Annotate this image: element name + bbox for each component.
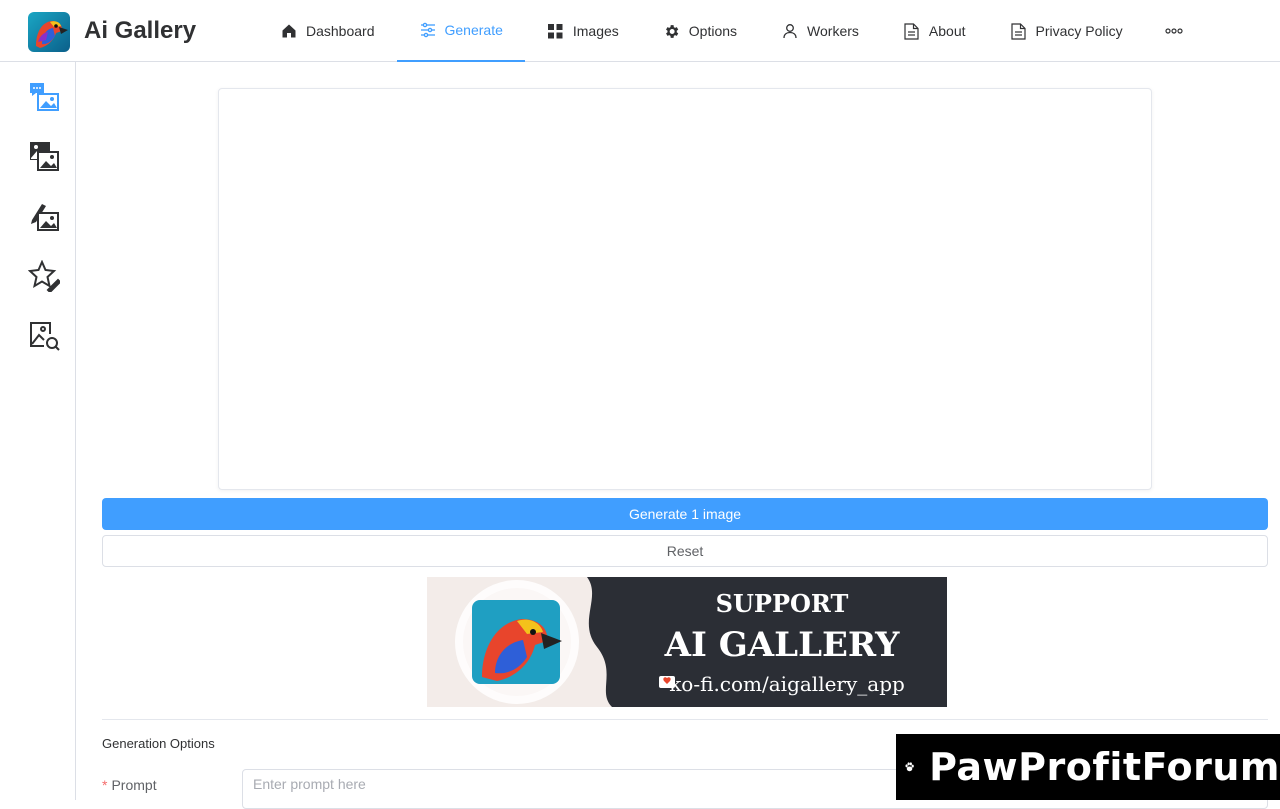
prompt-label: * Prompt [102, 777, 157, 793]
nav-label: Generate [444, 22, 503, 38]
edit-image-icon [31, 204, 59, 231]
kofi-banner-graphic: SUPPORT AI GALLERY ko-fi.com/aigallery_a… [427, 577, 947, 707]
prompt-label-text: Prompt [111, 777, 157, 793]
nav-item-dashboard[interactable]: Dashboard [258, 0, 397, 62]
sliders-icon [419, 21, 437, 39]
banner-support-text: SUPPORT [716, 589, 849, 618]
images-stack-icon [30, 142, 59, 171]
main-nav: Dashboard Generate Images Options Worker… [258, 0, 1211, 62]
sidebar-item-image-search[interactable] [24, 316, 64, 356]
more-dots-icon [1165, 22, 1183, 40]
nav-label: Options [688, 23, 738, 39]
app-title[interactable]: Ai Gallery [84, 17, 196, 45]
watermark-text: PawProfitForum [929, 745, 1280, 789]
nav-label: Privacy Policy [1035, 23, 1123, 39]
nav-label: Images [572, 23, 619, 39]
chat-image-icon [30, 83, 59, 111]
watermark-overlay: PawProfitForum [896, 734, 1280, 800]
nav-label: Workers [807, 23, 859, 39]
generate-button[interactable]: Generate 1 image [102, 498, 1268, 530]
document-icon [1010, 22, 1028, 40]
nav-item-options[interactable]: Options [641, 0, 759, 62]
grid-icon [547, 22, 565, 40]
image-search-icon [30, 322, 60, 351]
image-preview-area [218, 88, 1152, 490]
nav-label: Dashboard [306, 23, 375, 39]
nav-item-workers[interactable]: Workers [759, 0, 881, 62]
parrot-logo-icon [28, 12, 70, 52]
sidebar-item-images[interactable] [24, 136, 64, 176]
paw-icon [905, 762, 914, 772]
user-icon [781, 22, 799, 40]
document-icon [903, 22, 921, 40]
generation-options-title: Generation Options [102, 736, 215, 751]
home-icon [280, 22, 298, 40]
banner-title-text: AI GALLERY [664, 625, 900, 665]
section-divider [102, 719, 1268, 720]
top-header: Ai Gallery Dashboard Generate Images Opt… [0, 0, 1280, 62]
sidebar-item-edit-image[interactable] [24, 196, 64, 236]
nav-item-privacy-policy[interactable]: Privacy Policy [988, 0, 1145, 62]
nav-more-button[interactable] [1145, 0, 1211, 62]
nav-item-images[interactable]: Images [525, 0, 641, 62]
gear-icon [663, 22, 681, 40]
sidebar-item-favorites[interactable] [24, 256, 64, 296]
nav-item-generate[interactable]: Generate [396, 0, 525, 62]
required-marker: * [102, 777, 108, 793]
reset-button[interactable]: Reset [102, 535, 1268, 567]
banner-url-text: ko-fi.com/aigallery_app [669, 672, 905, 696]
sidebar [0, 62, 76, 800]
support-banner[interactable]: SUPPORT AI GALLERY ko-fi.com/aigallery_a… [427, 577, 947, 707]
sidebar-item-chat-image[interactable] [24, 76, 64, 116]
star-edit-icon [28, 260, 60, 292]
app-logo[interactable] [28, 12, 70, 52]
nav-item-about[interactable]: About [881, 0, 988, 62]
nav-label: About [928, 23, 966, 39]
